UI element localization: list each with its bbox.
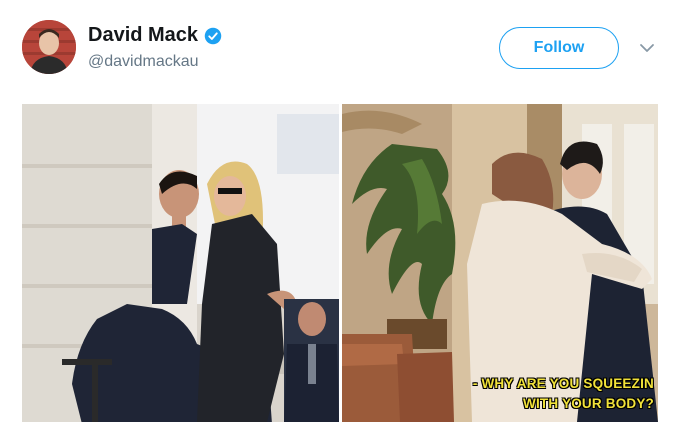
verified-badge-icon bbox=[204, 27, 222, 45]
follow-button[interactable]: Follow bbox=[499, 27, 619, 69]
subtitle-line-1: - WHY ARE YOU SQUEEZIN bbox=[472, 376, 654, 391]
avatar[interactable] bbox=[22, 20, 76, 74]
photo-right[interactable]: - WHY ARE YOU SQUEEZIN WITH YOUR BODY? bbox=[342, 104, 658, 422]
display-name[interactable]: David Mack bbox=[88, 24, 198, 47]
photo-left[interactable] bbox=[22, 104, 339, 422]
tweet-media[interactable]: - WHY ARE YOU SQUEEZIN WITH YOUR BODY? bbox=[22, 104, 658, 422]
chevron-down-icon[interactable] bbox=[639, 41, 655, 53]
tweet-header: David Mack @davidmackau Follow bbox=[0, 0, 680, 100]
user-handle[interactable]: @davidmackau bbox=[88, 53, 199, 71]
subtitle-line-2: WITH YOUR BODY? bbox=[523, 396, 654, 411]
